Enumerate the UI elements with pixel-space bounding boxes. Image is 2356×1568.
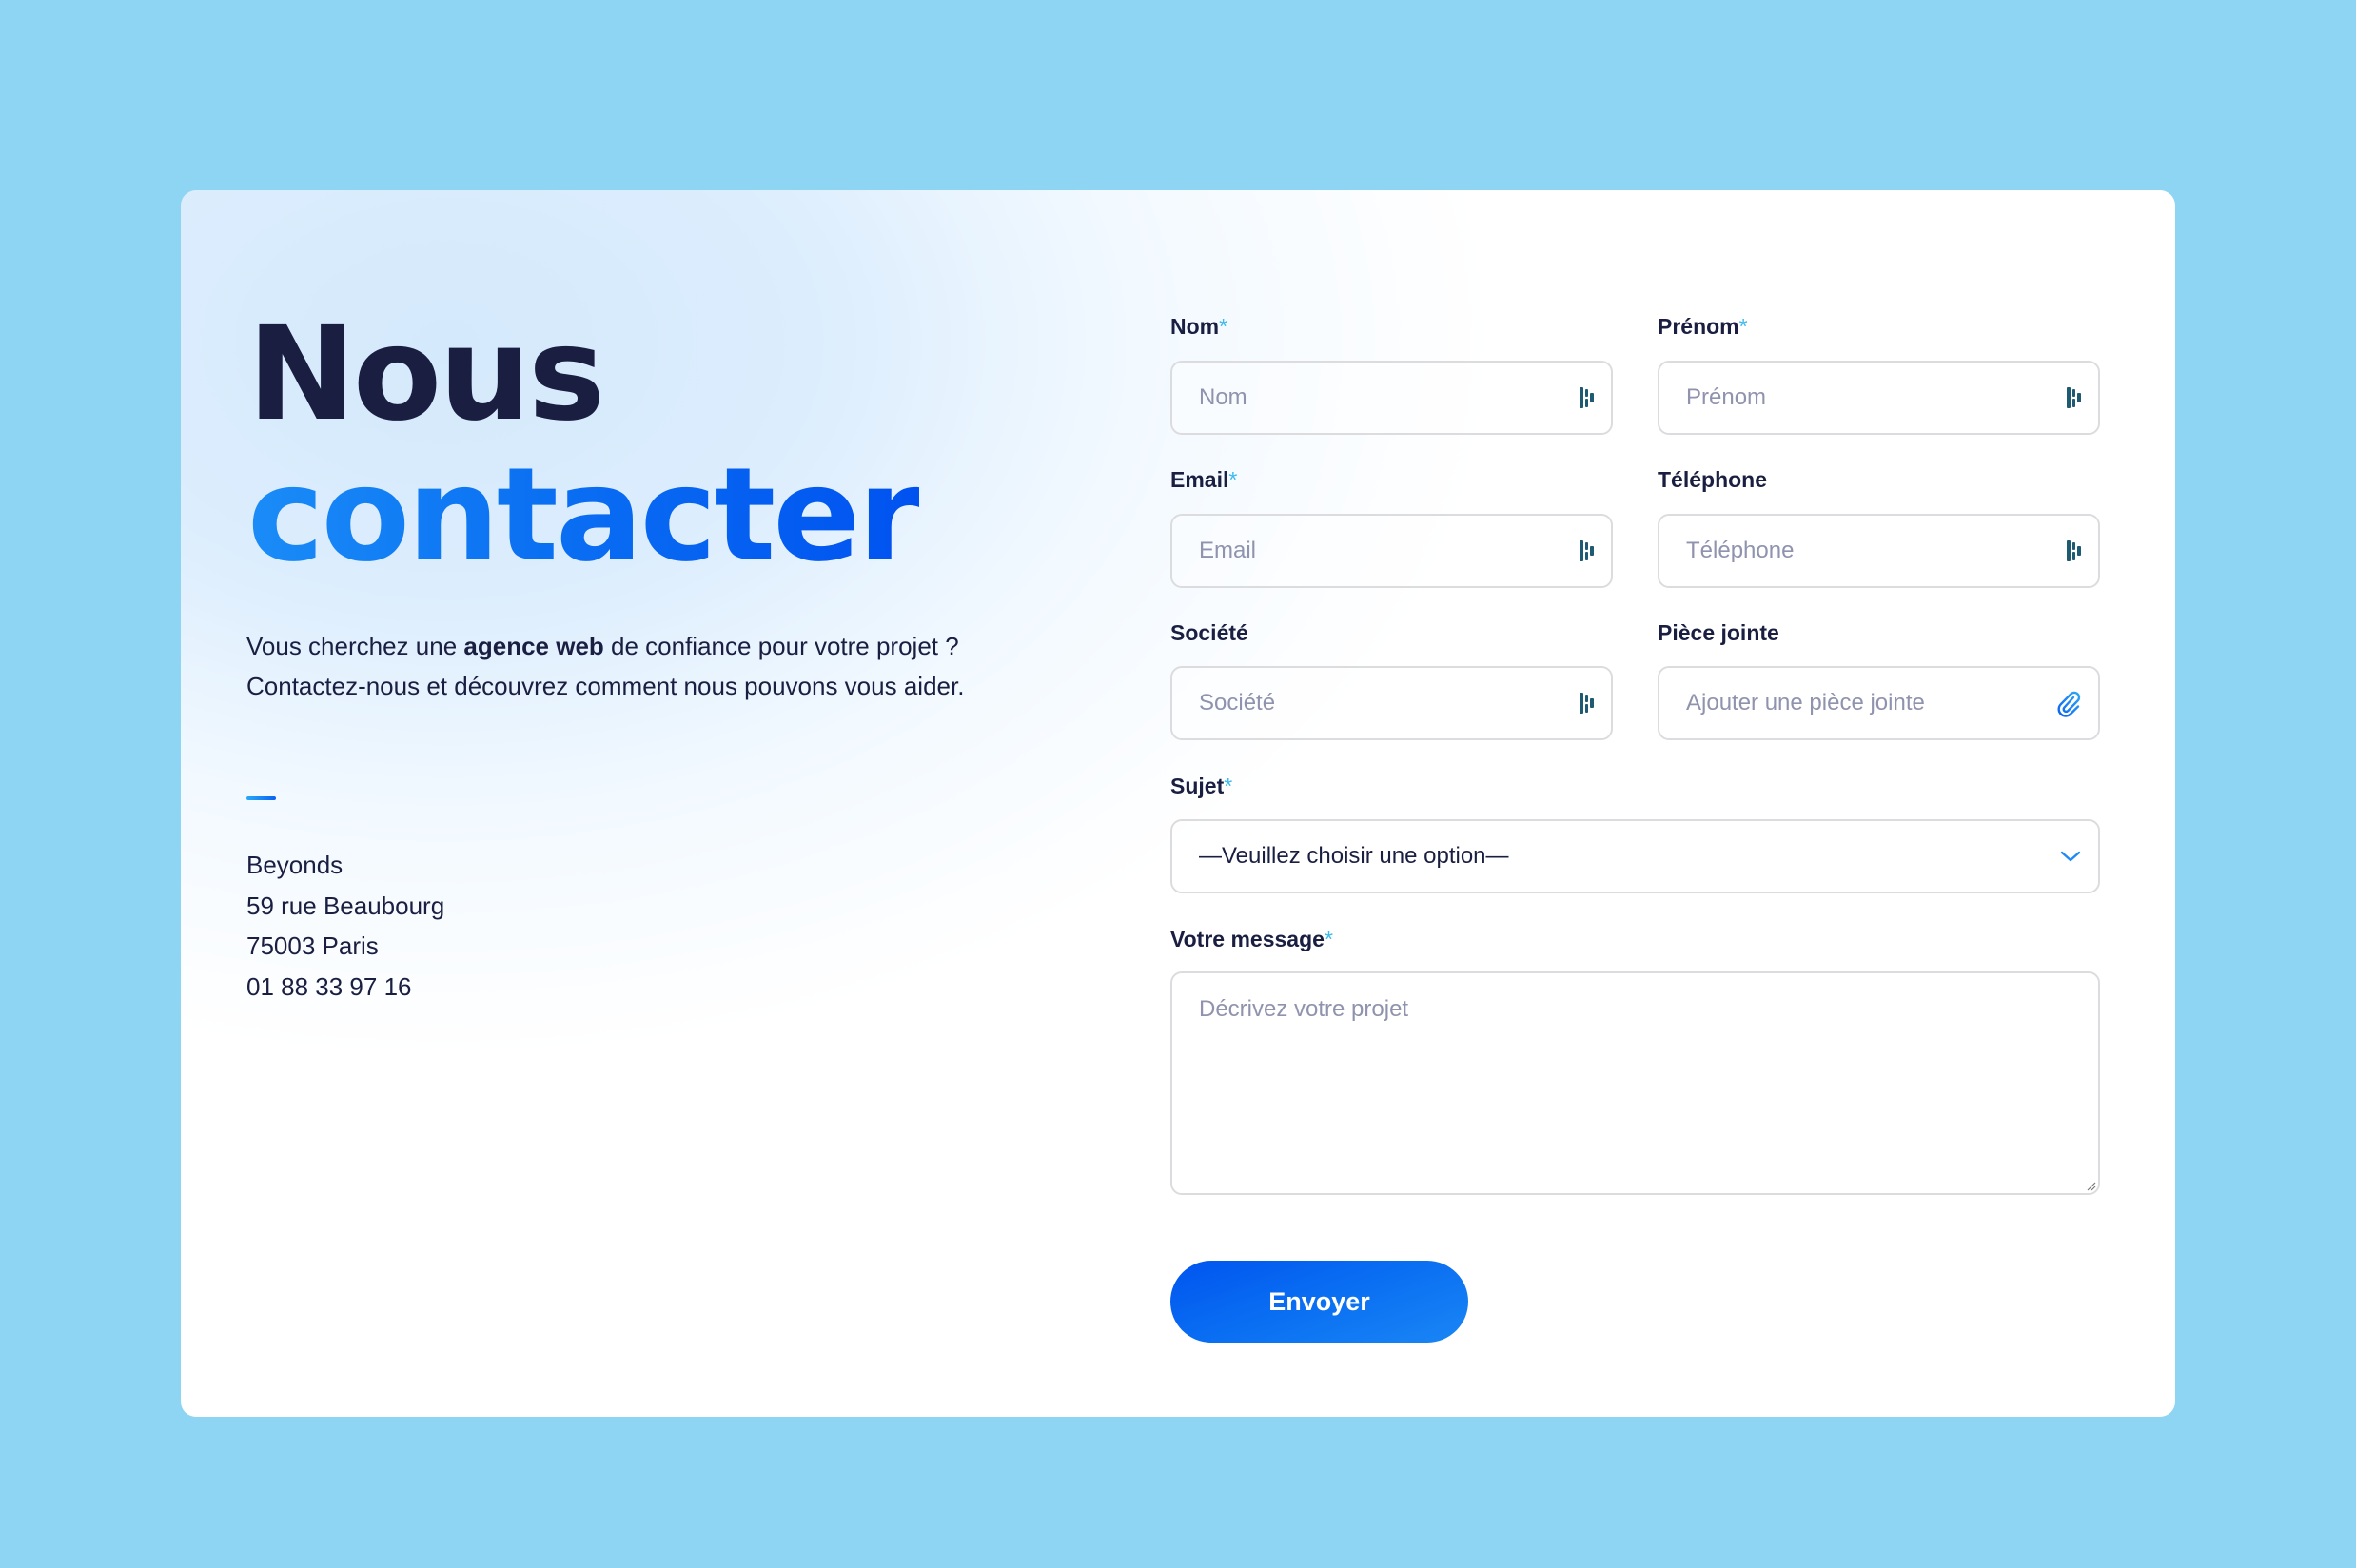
password-manager-icon[interactable] (2066, 386, 2083, 409)
telephone-input-box (1658, 514, 2100, 588)
submit-button[interactable]: Envoyer (1170, 1261, 1468, 1343)
company-name: Beyonds (246, 851, 344, 879)
required-marker: * (1228, 467, 1238, 492)
field-sujet: Sujet* —Veuillez choisir une option— (1170, 772, 2100, 893)
field-email: Email* (1170, 465, 1613, 588)
password-manager-icon[interactable] (2066, 539, 2083, 562)
label-email: Email* (1170, 467, 1238, 492)
accent-divider (246, 796, 276, 800)
label-prenom: Prénom* (1658, 314, 1748, 339)
required-marker: * (1219, 314, 1228, 339)
field-societe: Société (1170, 618, 1613, 740)
nom-input[interactable] (1199, 363, 1554, 433)
societe-input[interactable] (1199, 668, 1554, 738)
paperclip-icon[interactable] (2054, 689, 2083, 717)
message-textarea[interactable] (1199, 994, 2079, 1174)
field-nom: Nom* (1170, 312, 1613, 435)
label-message: Votre message* (1170, 927, 1333, 951)
street-address: 59 rue Beaubourg (246, 891, 445, 920)
message-textarea-box (1170, 971, 2100, 1195)
required-marker: * (1224, 774, 1233, 798)
sujet-select[interactable]: —Veuillez choisir une option— (1170, 819, 2100, 893)
required-marker: * (1324, 927, 1333, 951)
required-marker: * (1738, 314, 1748, 339)
intro-bold: agence web (463, 632, 604, 660)
field-telephone: Téléphone (1658, 465, 2100, 588)
prenom-input[interactable] (1686, 363, 2041, 433)
resize-grip-icon[interactable] (2085, 1180, 2096, 1191)
label-nom: Nom* (1170, 314, 1228, 339)
field-prenom: Prénom* (1658, 312, 2100, 435)
nom-input-box (1170, 361, 1613, 435)
field-message: Votre message* (1170, 925, 2100, 1195)
field-piece-jointe: Pièce jointe (1658, 618, 2100, 740)
label-societe: Société (1170, 620, 1248, 645)
email-input[interactable] (1199, 516, 1554, 586)
telephone-input[interactable] (1686, 516, 2041, 586)
email-input-box (1170, 514, 1613, 588)
title-line-2: contacter (247, 441, 922, 591)
intro-before: Vous cherchez une (246, 632, 464, 660)
contact-card: Nous contacter Vous cherchez une agence … (181, 190, 2175, 1417)
chevron-down-icon[interactable] (2060, 850, 2081, 863)
attachment-input[interactable] (1686, 668, 2041, 738)
address-block: Beyonds 59 rue Beaubourg 75003 Paris 01 … (246, 845, 444, 1007)
password-manager-icon[interactable] (1579, 692, 1596, 715)
password-manager-icon[interactable] (1579, 539, 1596, 562)
intro-text: Vous cherchez une agence web de confianc… (246, 626, 989, 706)
label-telephone: Téléphone (1658, 467, 1768, 492)
city: 75003 Paris (246, 931, 379, 960)
label-piece-jointe: Pièce jointe (1658, 620, 1779, 645)
prenom-input-box (1658, 361, 2100, 435)
sujet-selected-value: —Veuillez choisir une option— (1199, 843, 1509, 869)
attachment-input-box[interactable] (1658, 666, 2100, 740)
societe-input-box (1170, 666, 1613, 740)
contact-form: Nom* Prénom* Email* Téléphone (1170, 190, 2100, 1417)
password-manager-icon[interactable] (1579, 386, 1596, 409)
title-line-1: Nous (247, 300, 605, 450)
phone-number: 01 88 33 97 16 (246, 971, 412, 1001)
page-title: Nous contacter (247, 300, 922, 591)
label-sujet: Sujet* (1170, 774, 1233, 798)
